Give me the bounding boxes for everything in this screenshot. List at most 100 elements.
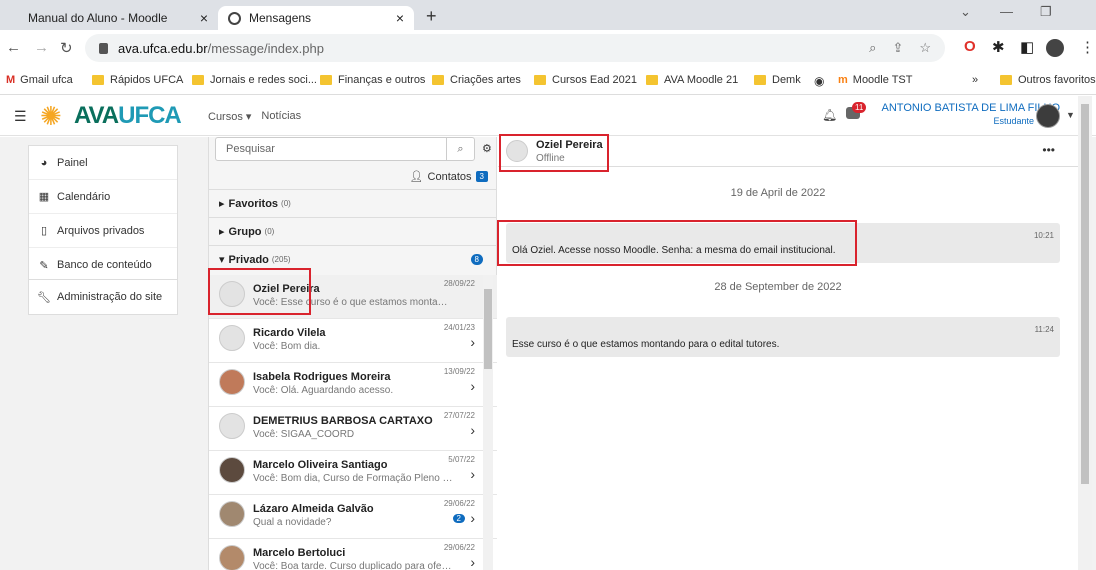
share-icon[interactable]: ⇪ [892,40,903,56]
star-icon[interactable]: ☆ [919,40,931,56]
chevron-down-icon[interactable]: ⌄ [960,4,971,20]
more-options-icon[interactable]: ••• [1042,143,1055,157]
github-icon[interactable]: ◉ [814,74,824,88]
folder-icon [320,75,332,85]
tab-label: Mensagens [249,11,312,25]
tab-mensagens[interactable]: Mensagens × [218,6,414,30]
profile-avatar[interactable] [1046,39,1064,57]
hamburger-icon[interactable]: ☰ [14,108,27,125]
bookmark-cursos[interactable]: Cursos Ead 2021 [534,74,637,86]
messaging-drawer: Pesquisar ⌕ ⚙ 👤︎ Contatos 3 ▸ Favoritos … [208,137,1089,570]
section-privado[interactable]: ▾ Privado (205) 8 [209,245,497,273]
zoom-icon[interactable]: ⌕ [869,40,876,56]
scrollbar-thumb[interactable] [484,289,492,369]
contacts-link[interactable]: 👤︎ Contatos 3 [410,170,488,183]
search-placeholder: Pesquisar [226,143,275,155]
kebab-menu-icon[interactable]: ⋮ [1080,38,1095,56]
new-tab-button[interactable]: + [426,6,437,27]
sidepanel-icon[interactable]: ◧ [1020,38,1034,56]
bookmark-label: Rápidos UFCA [110,74,184,86]
list-item[interactable]: Isabela Rodrigues Moreira Você: Olá. Agu… [209,363,497,407]
bookmarks-more-button[interactable]: » [972,74,978,86]
contact-status: Offline [536,153,565,164]
list-item[interactable]: Oziel Pereira Você: Esse curso é o que e… [209,275,497,319]
close-icon[interactable]: × [200,10,208,26]
close-icon[interactable]: × [396,10,404,26]
bookmark-outros[interactable]: Outros favoritos [1000,74,1096,86]
sidebar-item-banco[interactable]: ✎ Banco de conteúdo [29,248,177,282]
folder-icon [192,75,204,85]
menu-noticias[interactable]: Notícias [261,110,301,123]
caret-down-icon[interactable]: ▼ [1066,110,1075,120]
scrollbar-thumb[interactable] [1081,104,1089,484]
bookmark-demk[interactable]: Demk [754,74,801,86]
conversation-name: Oziel Pereira [253,283,320,295]
avatar [219,545,245,570]
menu-cursos[interactable]: Cursos ▾ [208,110,251,123]
search-input[interactable]: Pesquisar ⌕ [215,137,475,161]
conversation-name: DEMETRIUS BARBOSA CARTAXO [253,415,433,427]
restore-icon[interactable]: ❐ [1040,4,1052,20]
folder-icon [1000,75,1012,85]
avatar [219,457,245,483]
sidebar-item-calendario[interactable]: ▦ Calendário [29,180,177,214]
sidebar-item-painel[interactable]: ◕ Painel [29,146,177,180]
forward-icon[interactable]: → [34,39,49,56]
section-count: (0) [281,199,291,208]
list-item[interactable]: Marcelo Oliveira Santiago Você: Bom dia,… [209,451,497,495]
bookmark-jornais[interactable]: Jornais e redes soci... [192,74,317,86]
opera-icon[interactable]: O [964,38,976,55]
tab-manual[interactable]: Manual do Aluno - Moodle × [18,6,218,30]
site-logo[interactable]: ✺ AVA UFCA [40,102,182,130]
list-item[interactable]: Marcelo Bertoluci Você: Boa tarde. Curso… [209,539,497,570]
chevron-right-icon: › [470,510,475,526]
bookmark-ava[interactable]: AVA Moodle 21 [646,74,738,86]
conversation-scrollbar[interactable] [483,275,493,570]
bookmark-label: Jornais e redes soci... [210,74,317,86]
avatar[interactable] [1036,104,1060,128]
avatar [219,281,245,307]
address-bar[interactable]: ava.ufca.edu.br /message/index.php ⌕ ⇪ ☆ [85,34,945,62]
avatar[interactable] [506,140,528,162]
back-icon[interactable]: ← [6,39,21,56]
bookmark-financas[interactable]: Finanças e outros [320,74,425,86]
conversation-preview: Você: Boa tarde. Curso duplicado para of… [253,561,453,570]
minimize-icon[interactable]: — [1000,4,1013,19]
avatar [219,369,245,395]
page-scrollbar[interactable] [1078,96,1092,570]
reload-icon[interactable]: ↻ [60,39,73,57]
conversation-date: 27/07/22 [443,411,475,420]
section-favoritos[interactable]: ▸ Favoritos (0) [209,189,497,217]
section-label: Privado [228,253,269,266]
message-text: Olá Oziel. Acesse nosso Moodle. Senha: a… [512,245,836,256]
bookmark-label: AVA Moodle 21 [664,74,739,86]
sidebar-item-label: Painel [57,156,88,169]
bookmark-moodle-tst[interactable]: m Moodle TST [838,74,913,86]
conversation-name: Lázaro Almeida Galvão [253,503,374,515]
conversation-preview: Você: Bom dia, Curso de Formação Pleno d… [253,473,453,484]
top-menu: Cursos ▾ Notícias [208,110,301,123]
bookmark-label: Outros favoritos [1018,74,1096,86]
bookmark-gmail[interactable]: M Gmail ufca [6,74,73,86]
conversation-date: 29/06/22 [443,499,475,508]
list-item[interactable]: DEMETRIUS BARBOSA CARTAXO Você: SIGAA_CO… [209,407,497,451]
list-item[interactable]: Lázaro Almeida Galvão Qual a novidade? 2… [209,495,497,539]
list-item[interactable]: Ricardo Vilela Você: Bom dia. 24/01/23 › [209,319,497,363]
sidebar-item-arquivos[interactable]: ▯ Arquivos privados [29,214,177,248]
bookmark-label: Demk [772,74,801,86]
address-row: ← → ↻ ava.ufca.edu.br /message/index.php… [0,30,1096,66]
bookmark-criacoes[interactable]: Criações artes [432,74,521,86]
contact-name[interactable]: Oziel Pereira [536,139,603,151]
day-separator: 19 de April de 2022 [730,187,826,199]
search-icon[interactable]: ⌕ [446,138,474,160]
day-separator: 28 de September de 2022 [714,281,842,293]
sidebar-item-admin[interactable]: 🔧︎ Administração do site [29,280,177,314]
gear-icon[interactable]: ⚙ [482,142,492,155]
puzzle-icon[interactable]: ✱ [992,38,1005,56]
section-grupo[interactable]: ▸ Grupo (0) [209,217,497,245]
user-menu[interactable]: ANTONIO BATISTA DE LIMA FILHO Estudante [872,102,1060,126]
bookmark-label: Cursos Ead 2021 [552,74,637,86]
bell-icon[interactable]: 🔔︎ [822,108,837,122]
bookmark-rapidos[interactable]: Rápidos UFCA [92,74,183,86]
bookmark-label: Moodle TST [852,74,913,86]
